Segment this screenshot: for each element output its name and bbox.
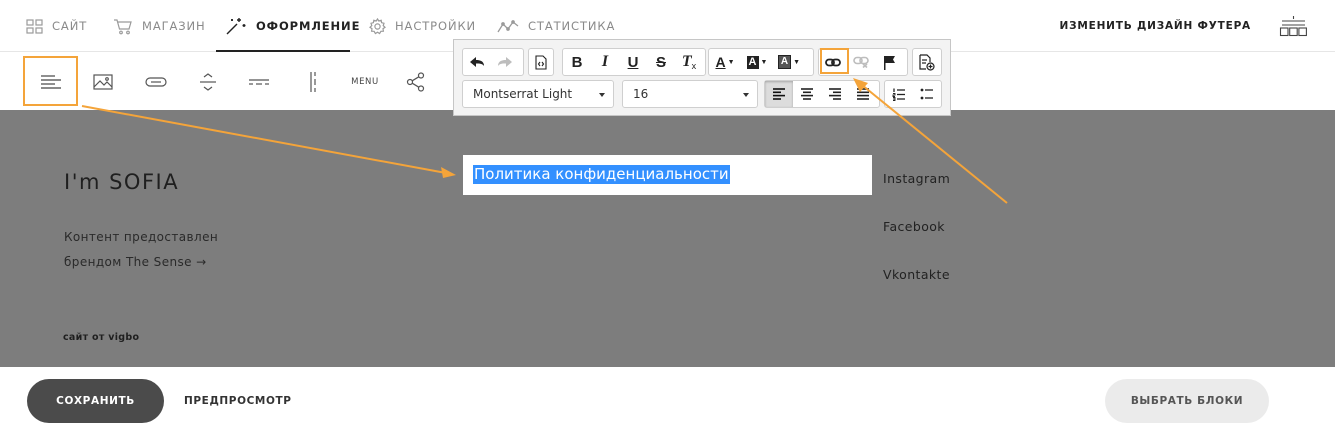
- gear-icon: [369, 17, 386, 34]
- chevron-down-icon: ▼: [727, 58, 735, 66]
- text-background-icon: A: [777, 55, 792, 69]
- footer-description-line-2[interactable]: брендом The Sense →: [64, 255, 207, 269]
- insert-template-button[interactable]: [913, 49, 941, 75]
- footer-layout-icon[interactable]: [1279, 15, 1308, 42]
- align-justify-button[interactable]: [849, 81, 877, 107]
- bold-button[interactable]: B: [563, 49, 591, 75]
- text-style-group: B I U S Tx: [562, 48, 706, 76]
- spacer-widget[interactable]: [191, 53, 225, 110]
- grid-icon: [26, 18, 43, 34]
- chevron-down-icon: [743, 93, 749, 97]
- history-group: [462, 48, 524, 76]
- source-group: [528, 48, 554, 76]
- italic-button[interactable]: I: [591, 49, 619, 75]
- preview-button[interactable]: ПРЕДПРОСМОТР: [184, 379, 292, 423]
- redo-icon: [498, 57, 512, 67]
- nav-label-site: САЙТ: [52, 19, 88, 33]
- align-center-icon: [801, 88, 813, 100]
- divider-widget[interactable]: [242, 53, 276, 110]
- bulleted-list-button[interactable]: [913, 81, 941, 107]
- bulleted-list-icon: [920, 88, 933, 100]
- chevron-down-icon: [599, 93, 605, 97]
- align-left-icon: [773, 88, 785, 100]
- nav-label-settings: НАСТРОЙКИ: [395, 19, 477, 33]
- social-link-facebook[interactable]: Facebook: [883, 219, 945, 234]
- menu-widget-label: MENU: [351, 76, 379, 87]
- image-widget[interactable]: [86, 53, 120, 110]
- text-color-icon: A: [715, 54, 726, 70]
- numbered-list-icon: [892, 88, 905, 101]
- document-add-icon: [919, 53, 935, 71]
- font-family-select[interactable]: Montserrat Light: [462, 80, 614, 108]
- unlink-button[interactable]: [847, 49, 875, 75]
- button-widget[interactable]: [139, 53, 173, 110]
- image-icon: [93, 73, 113, 90]
- menu-widget[interactable]: MENU: [346, 53, 384, 110]
- insert-group: [912, 48, 942, 76]
- nav-item-shop[interactable]: МАГАЗИН: [113, 0, 206, 52]
- numbered-list-button[interactable]: [885, 81, 913, 107]
- align-group: [764, 80, 880, 108]
- choose-blocks-button[interactable]: ВЫБРАТЬ БЛОКИ: [1105, 379, 1269, 423]
- align-justify-icon: [857, 88, 869, 100]
- spacer-icon: [200, 72, 216, 91]
- vertical-divider-icon: [310, 71, 316, 92]
- cart-icon: [114, 18, 132, 34]
- save-button[interactable]: СОХРАНИТЬ: [27, 379, 164, 423]
- bottom-action-bar: СОХРАНИТЬ ПРЕДПРОСМОТР ВЫБРАТЬ БЛОКИ: [0, 367, 1335, 434]
- text-editor-toolbar: B I U S Tx A ▼ A ▼ A ▼ Montserrat Light …: [453, 39, 951, 116]
- vertical-divider-widget[interactable]: [296, 53, 330, 110]
- selected-text[interactable]: Политика конфиденциальности: [473, 165, 730, 184]
- align-right-icon: [829, 88, 841, 100]
- social-link-instagram[interactable]: Instagram: [883, 171, 950, 186]
- color-group: A ▼ A ▼ A ▼: [708, 48, 814, 76]
- nav-item-design[interactable]: ОФОРМЛЕНИЕ: [225, 0, 360, 52]
- nav-label-shop: МАГАЗИН: [142, 19, 206, 33]
- redo-button[interactable]: [491, 49, 519, 75]
- horizontal-divider-icon: [249, 78, 269, 85]
- footer-credit[interactable]: сайт от vigbo: [63, 332, 139, 343]
- nav-item-site[interactable]: САЙТ: [26, 0, 87, 52]
- share-widget[interactable]: [398, 53, 432, 110]
- flag-icon: [883, 55, 895, 70]
- text-widget-highlight: [23, 56, 78, 106]
- align-right-button[interactable]: [821, 81, 849, 107]
- edit-footer-design-link[interactable]: ИЗМЕНИТЬ ДИЗАЙН ФУТЕРА: [1060, 0, 1252, 52]
- chevron-down-icon: ▼: [793, 58, 801, 66]
- align-left-button[interactable]: [765, 81, 793, 107]
- text-color-button[interactable]: A ▼: [709, 49, 741, 75]
- insert-link-highlight: [820, 48, 849, 74]
- unlink-icon: [853, 56, 869, 68]
- list-group: [884, 80, 942, 108]
- nav-label-statistics: СТАТИСТИКА: [528, 19, 616, 33]
- clear-format-button[interactable]: Tx: [675, 49, 703, 75]
- share-icon: [406, 71, 424, 92]
- chevron-down-icon: ▼: [760, 58, 768, 66]
- align-center-button[interactable]: [793, 81, 821, 107]
- background-color-button[interactable]: A ▼: [741, 49, 773, 75]
- chart-line-icon: [497, 19, 519, 32]
- source-button[interactable]: [529, 49, 553, 75]
- font-size-value: 16: [633, 87, 649, 101]
- document-code-icon: [535, 54, 547, 70]
- undo-icon: [470, 57, 484, 67]
- text-background-button[interactable]: A ▼: [773, 49, 805, 75]
- privacy-policy-text-block[interactable]: Политика конфиденциальности: [463, 155, 872, 195]
- underline-button[interactable]: U: [619, 49, 647, 75]
- background-color-icon: A: [746, 55, 759, 69]
- clear-format-icon: T: [681, 53, 692, 70]
- strikethrough-button[interactable]: S: [647, 49, 675, 75]
- footer-description-line-1[interactable]: Контент предоставлен: [64, 230, 218, 244]
- nav-label-design: ОФОРМЛЕНИЕ: [256, 19, 361, 33]
- font-family-value: Montserrat Light: [473, 87, 573, 101]
- anchor-button[interactable]: [875, 49, 903, 75]
- undo-button[interactable]: [463, 49, 491, 75]
- magic-wand-icon: [226, 17, 246, 34]
- font-size-select[interactable]: 16: [622, 80, 758, 108]
- active-tab-indicator: [216, 50, 350, 52]
- social-link-vkontakte[interactable]: Vkontakte: [883, 267, 950, 282]
- footer-brand-title[interactable]: I'm SOFIA: [64, 170, 179, 194]
- button-shape-icon: [145, 76, 167, 87]
